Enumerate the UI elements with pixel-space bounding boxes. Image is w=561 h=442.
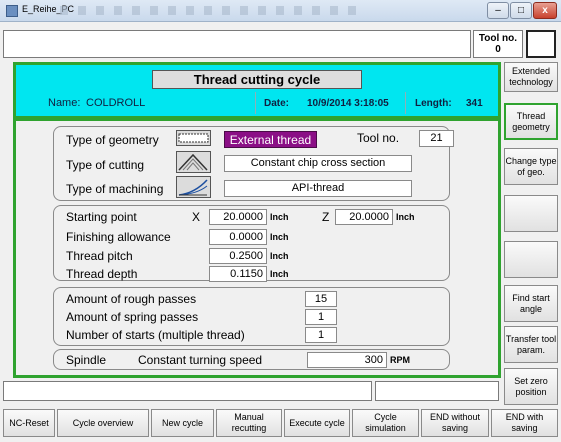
new-cycle-button[interactable]: New cycle xyxy=(151,409,214,437)
date-value: 10/9/2014 3:18:05 xyxy=(307,98,389,109)
geometry-type-value[interactable]: External thread xyxy=(224,131,317,148)
spring-passes-field[interactable]: 1 xyxy=(305,309,337,325)
thread-pitch-label: Thread pitch xyxy=(66,249,133,263)
name-value: COLDROLL xyxy=(86,97,146,109)
spring-passes-label: Amount of spring passes xyxy=(66,310,199,324)
tool-number-box: Tool no. 0 xyxy=(473,30,523,58)
rough-passes-label: Amount of rough passes xyxy=(66,292,197,306)
finishing-allowance-field[interactable]: 0.0000 xyxy=(209,229,267,245)
thread-pitch-field[interactable]: 0.2500 xyxy=(209,248,267,264)
unit-label: Inch xyxy=(396,212,415,222)
tool-number-field[interactable]: 21 xyxy=(419,130,454,147)
unit-label: Inch xyxy=(270,232,289,242)
thread-geometry-button[interactable]: Thread geometry xyxy=(504,103,558,140)
type-cutting-label: Type of cutting xyxy=(66,158,145,172)
tool-number-label: Tool no. xyxy=(357,131,400,145)
start-z-field[interactable]: 20.0000 xyxy=(335,209,393,225)
page-title: Thread cutting cycle xyxy=(152,70,362,89)
thread-depth-field[interactable]: 0.1150 xyxy=(209,266,267,282)
cycle-simulation-button[interactable]: Cycle simulation xyxy=(352,409,419,437)
nc-reset-button[interactable]: NC-Reset xyxy=(3,409,55,437)
header-divider xyxy=(405,92,406,114)
spindle-label: Spindle xyxy=(66,353,107,367)
type-geometry-label: Type of geometry xyxy=(66,133,159,147)
number-starts-field[interactable]: 1 xyxy=(305,327,337,343)
status-field-right xyxy=(375,381,499,401)
tool-number-value: 0 xyxy=(495,44,501,55)
end-without-saving-button[interactable]: END without saving xyxy=(421,409,489,437)
unit-label: Inch xyxy=(270,251,289,261)
app-icon xyxy=(6,5,18,17)
minimize-button[interactable]: – xyxy=(487,2,509,19)
thread-depth-label: Thread depth xyxy=(66,267,138,281)
length-value: 341 xyxy=(466,98,483,109)
name-label: Name: xyxy=(48,97,81,109)
extended-technology-button[interactable]: Extended technology xyxy=(504,62,558,92)
cutting-type-field[interactable]: Constant chip cross section xyxy=(224,155,412,172)
tool-number-label: Tool no. xyxy=(478,33,518,44)
spindle-speed-field[interactable]: 300 xyxy=(307,352,387,368)
machining-type-field[interactable]: API-thread xyxy=(224,180,412,197)
status-field-left xyxy=(3,381,372,401)
start-x-field[interactable]: 20.0000 xyxy=(209,209,267,225)
manual-recutting-button[interactable]: Manual recutting xyxy=(216,409,282,437)
finishing-allowance-label: Finishing allowance xyxy=(66,230,171,244)
find-start-angle-button[interactable]: Find start angle xyxy=(504,285,558,322)
date-label: Date: xyxy=(264,98,290,109)
message-field xyxy=(3,30,471,58)
set-zero-position-button[interactable]: Set zero position xyxy=(504,368,558,405)
number-starts-label: Number of starts (multiple thread) xyxy=(66,328,245,342)
cutting-icon[interactable] xyxy=(176,151,211,173)
machining-icon[interactable] xyxy=(176,176,211,198)
blurred-title-area xyxy=(60,6,360,15)
z-axis-label: Z xyxy=(322,210,330,224)
execute-cycle-button[interactable]: Execute cycle xyxy=(284,409,350,437)
rough-passes-field[interactable]: 15 xyxy=(305,291,337,307)
empty-softkey-1[interactable] xyxy=(504,195,558,232)
transfer-tool-params-button[interactable]: Transfer tool param. xyxy=(504,326,558,363)
tool-preview-box xyxy=(526,30,556,58)
cycle-overview-button[interactable]: Cycle overview xyxy=(57,409,149,437)
x-axis-label: X xyxy=(192,210,201,224)
length-label: Length: xyxy=(415,98,452,109)
maximize-button[interactable]: □ xyxy=(510,2,532,19)
unit-label: Inch xyxy=(270,212,289,222)
unit-label: Inch xyxy=(270,269,289,279)
spindle-mode-label: Constant turning speed xyxy=(138,353,263,367)
geometry-icon[interactable] xyxy=(176,130,211,146)
spindle-unit-label: RPM xyxy=(390,355,410,365)
empty-softkey-2[interactable] xyxy=(504,241,558,278)
close-button[interactable]: x xyxy=(533,2,557,19)
type-machining-label: Type of machining xyxy=(66,182,164,196)
end-with-saving-button[interactable]: END with saving xyxy=(491,409,558,437)
change-type-geometry-button[interactable]: Change type of geo. xyxy=(504,148,558,185)
starting-point-label: Starting point xyxy=(66,210,137,224)
header-divider xyxy=(255,92,256,114)
